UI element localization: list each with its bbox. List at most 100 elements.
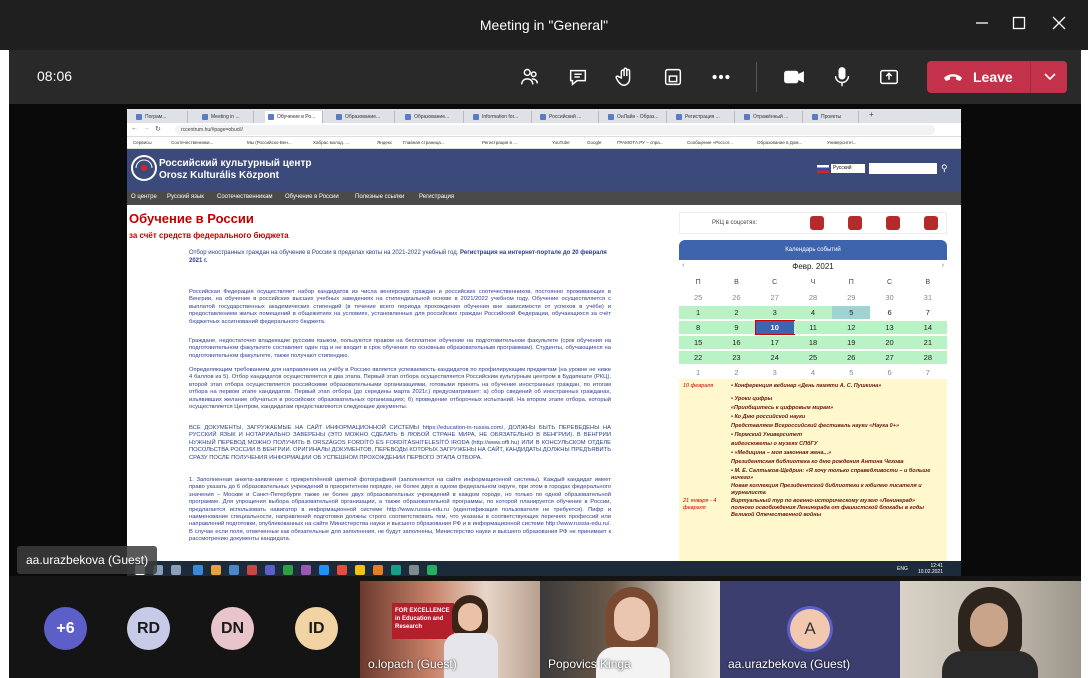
taskbar-app-icon[interactable] [391, 565, 401, 575]
calendar-day[interactable]: 6 [870, 366, 908, 379]
language-select[interactable]: Русский [831, 164, 865, 173]
calendar-day[interactable]: 11 [793, 321, 833, 334]
calendar-day[interactable]: 24 [755, 351, 794, 364]
calendar-day[interactable]: 16 [717, 336, 756, 349]
chevron-down-icon[interactable] [1042, 68, 1058, 84]
bookmark[interactable]: Сообщение «Россот... [687, 140, 733, 145]
nav-item[interactable]: О центре [131, 194, 157, 200]
youtube-icon[interactable] [886, 216, 900, 230]
browser-tab[interactable]: ОнЛайн - Образ... [605, 111, 667, 123]
calendar-day[interactable]: 26 [717, 291, 755, 304]
bookmark[interactable]: Мы (Российско-Вен... [247, 140, 292, 145]
calendar-day[interactable]: 6 [870, 306, 908, 319]
calendar-day[interactable]: 26 [832, 351, 871, 364]
participant-avatar[interactable]: RD [127, 607, 170, 650]
calendar-day[interactable]: 5 [832, 366, 870, 379]
calendar-day[interactable]: 5 [832, 306, 871, 319]
participants-icon[interactable] [516, 63, 544, 91]
browser-tab[interactable]: Meeting in ... [199, 111, 254, 123]
browser-tab[interactable]: Пограм... [133, 111, 188, 123]
taskbar-app-icon[interactable] [373, 565, 383, 575]
more-participants-badge[interactable]: +6 [44, 607, 87, 650]
calendar-day[interactable]: 27 [870, 351, 909, 364]
calendar-day[interactable]: 8 [679, 321, 718, 334]
calendar-day[interactable]: 9 [717, 321, 756, 334]
nav-item[interactable]: Соотечественникам [217, 194, 273, 200]
calendar-day[interactable]: 1 [679, 366, 717, 379]
calendar-day[interactable]: 10 [754, 320, 795, 335]
url-field[interactable]: rccentrum.hu/#page=obucil/ [175, 125, 935, 135]
calendar-day[interactable]: 29 [832, 291, 870, 304]
nav-item[interactable]: Полезные ссылки [355, 194, 404, 200]
calendar-day[interactable]: 13 [870, 321, 909, 334]
calendar-day[interactable]: 25 [679, 291, 717, 304]
taskbar-app-icon[interactable] [229, 565, 239, 575]
calendar-day[interactable]: 7 [909, 366, 947, 379]
nav-item[interactable]: Русский язык [167, 194, 204, 200]
camera-icon[interactable] [780, 63, 808, 91]
calendar-day[interactable]: 23 [717, 351, 756, 364]
browser-tab[interactable]: Отражённый ... [741, 111, 803, 123]
calendar-day[interactable]: 19 [832, 336, 871, 349]
browser-tab[interactable]: Обучение в Ро... [265, 111, 323, 123]
bookmark[interactable]: Сервисы [133, 140, 152, 145]
task-view-icon[interactable] [171, 565, 181, 575]
leave-button[interactable]: Leave [927, 61, 1067, 93]
nav-item[interactable]: Регистрация [419, 194, 454, 200]
microphone-icon[interactable] [828, 63, 856, 91]
calendar-day[interactable]: 18 [793, 336, 833, 349]
bookmark[interactable]: Google [587, 140, 602, 145]
browser-tab[interactable]: Information for... [470, 111, 532, 123]
participant-avatar[interactable]: DN [211, 607, 254, 650]
participant-video-tile[interactable] [900, 581, 1081, 678]
rooms-icon[interactable] [659, 63, 687, 91]
raise-hand-icon[interactable] [611, 63, 639, 91]
twitter-icon[interactable] [924, 216, 938, 230]
calendar-day[interactable]: 4 [794, 366, 832, 379]
taskbar-app-icon[interactable] [283, 565, 293, 575]
calendar-day[interactable]: 2 [717, 306, 756, 319]
calendar-day[interactable]: 2 [717, 366, 755, 379]
calendar-next-icon[interactable]: › [942, 262, 944, 269]
calendar-day[interactable]: 21 [908, 336, 947, 349]
calendar-day[interactable]: 3 [756, 366, 794, 379]
bookmark[interactable]: Образование в Дом... [757, 140, 802, 145]
calendar-day[interactable]: 1 [679, 306, 718, 319]
new-tab-icon[interactable]: + [869, 110, 874, 119]
participant-video-tile[interactable]: FOR EXCELLENCE in Education and Research… [360, 581, 540, 678]
calendar-day[interactable]: 14 [908, 321, 947, 334]
taskbar-app-icon[interactable] [211, 565, 221, 575]
maximize-icon[interactable] [1007, 14, 1031, 38]
site-search-input[interactable] [869, 163, 937, 174]
more-actions-icon[interactable] [707, 63, 735, 91]
browser-tab[interactable]: Образование... [402, 111, 464, 123]
taskbar-app-icon[interactable] [301, 565, 311, 575]
back-icon[interactable]: ← [131, 125, 138, 132]
facebook-icon[interactable] [810, 216, 824, 230]
bookmark[interactable]: ГРАМОТА.РУ – спра... [617, 140, 663, 145]
browser-tab[interactable]: Российский ... [537, 111, 599, 123]
taskbar-app-icon[interactable] [409, 565, 419, 575]
bookmark[interactable]: YouTube [552, 140, 570, 145]
nav-item[interactable]: Обучение в России [285, 194, 339, 200]
browser-tab[interactable]: Образование... [333, 111, 395, 123]
calendar-day[interactable]: 15 [679, 336, 718, 349]
share-screen-icon[interactable] [875, 63, 903, 91]
bookmark[interactable]: Соотечественники... [171, 140, 213, 145]
participant-video-tile[interactable]: A aa.urazbekova (Guest) [720, 581, 900, 678]
chat-icon[interactable] [564, 63, 592, 91]
reload-icon[interactable]: ↻ [155, 125, 161, 133]
forward-icon[interactable]: → [143, 125, 150, 132]
calendar-day[interactable]: 28 [908, 351, 947, 364]
bookmark[interactable]: Университет... [827, 140, 856, 145]
calendar-day[interactable]: 25 [793, 351, 833, 364]
input-language[interactable]: ENG [897, 566, 908, 572]
taskbar-app-icon[interactable] [319, 565, 329, 575]
bookmark[interactable]: Яндекс [377, 140, 392, 145]
calendar-day[interactable]: 22 [679, 351, 718, 364]
calendar-day[interactable]: 27 [756, 291, 794, 304]
browser-tab[interactable]: Проекты [809, 111, 859, 123]
calendar-day[interactable]: 3 [755, 306, 794, 319]
calendar-day[interactable]: 20 [870, 336, 909, 349]
participant-avatar[interactable]: ID [295, 607, 338, 650]
